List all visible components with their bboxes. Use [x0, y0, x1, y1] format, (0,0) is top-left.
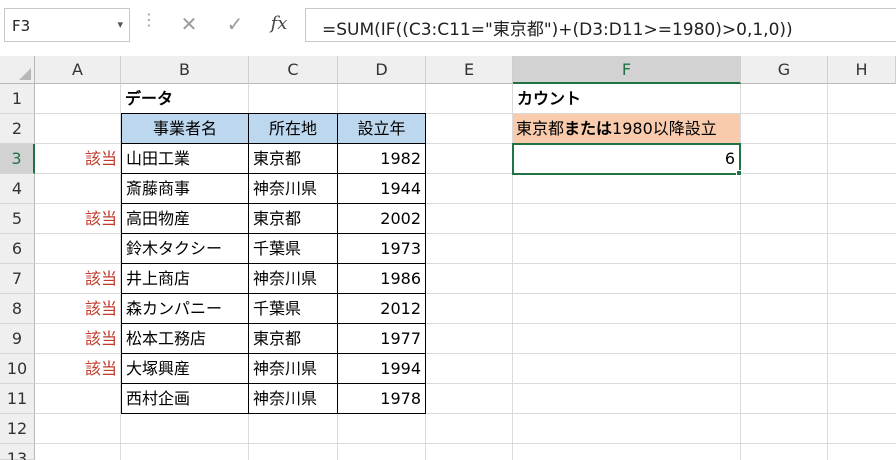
row-header-13[interactable]: 13	[0, 444, 35, 460]
row-header-2[interactable]: 2	[0, 114, 35, 144]
grip-dots-icon: ⋮	[141, 10, 157, 29]
cell-a11[interactable]	[35, 384, 121, 414]
formula-input[interactable]: =SUM(IF((C3:C11="東京都")+(D3:D11>=1980)>0,…	[305, 8, 896, 42]
cell-c8[interactable]: 千葉県	[248, 293, 338, 324]
column-header-f[interactable]: F	[513, 56, 741, 84]
cell-d7[interactable]: 1986	[337, 263, 426, 294]
select-all-corner[interactable]	[0, 56, 35, 84]
active-cell-border	[512, 143, 741, 175]
insert-function-icon[interactable]: fx	[265, 10, 293, 38]
table-header-name[interactable]: 事業者名	[121, 113, 249, 144]
cell-c5[interactable]: 東京都	[248, 203, 338, 234]
cell-a9[interactable]: 該当	[35, 324, 121, 354]
table-header-year[interactable]: 設立年	[337, 113, 426, 144]
cell-b8[interactable]: 森カンパニー	[121, 293, 249, 324]
criteria-tokyo: 東京都	[516, 119, 565, 138]
select-all-triangle-icon[interactable]	[19, 68, 31, 80]
cell-a7[interactable]: 該当	[35, 264, 121, 294]
name-box[interactable]: F3 ▾	[4, 8, 130, 42]
cell-b11[interactable]: 西村企画	[121, 383, 249, 414]
column-header-a[interactable]: A	[35, 56, 121, 84]
cell-c11[interactable]: 神奈川県	[248, 383, 338, 414]
cell-a8[interactable]: 該当	[35, 294, 121, 324]
spreadsheet-grid: A B C D E F G H 1 2 3 4 5 6 7 8 9 10 11 …	[0, 56, 896, 460]
criteria-or: または	[564, 119, 613, 138]
cell-a5[interactable]: 該当	[35, 204, 121, 234]
column-header-g[interactable]: G	[741, 56, 828, 84]
enter-icon[interactable]: ✓	[221, 10, 249, 38]
row-header-4[interactable]: 4	[0, 174, 35, 204]
cell-a6[interactable]	[35, 234, 121, 264]
row-header-3[interactable]: 3	[0, 144, 35, 174]
cell-d8[interactable]: 2012	[337, 293, 426, 324]
row-header-9[interactable]: 9	[0, 324, 35, 354]
row-header-11[interactable]: 11	[0, 384, 35, 414]
cell-d11[interactable]: 1978	[337, 383, 426, 414]
row-header-8[interactable]: 8	[0, 294, 35, 324]
cell-d4[interactable]: 1944	[337, 173, 426, 204]
column-header-b[interactable]: B	[121, 56, 249, 84]
cell-b9[interactable]: 松本工務店	[121, 323, 249, 354]
cell-a4[interactable]	[35, 174, 121, 204]
chevron-down-icon[interactable]: ▾	[117, 18, 123, 31]
row-header-12[interactable]: 12	[0, 414, 35, 444]
cell-area[interactable]: データ カウント 事業者名 所在地 設立年 東京都または1980以降設立 該当 …	[35, 84, 896, 460]
cell-b6[interactable]: 鈴木タクシー	[121, 233, 249, 264]
row-header-1[interactable]: 1	[0, 84, 35, 114]
column-header-c[interactable]: C	[249, 56, 338, 84]
cell-d5[interactable]: 2002	[337, 203, 426, 234]
formula-text[interactable]: =SUM(IF((C3:C11="東京都")+(D3:D11>=1980)>0,…	[322, 15, 793, 40]
cell-b10[interactable]: 大塚興産	[121, 353, 249, 384]
column-header-h[interactable]: H	[828, 56, 896, 84]
cell-b7[interactable]: 井上商店	[121, 263, 249, 294]
cell-a3[interactable]: 該当	[35, 144, 121, 174]
column-header-d[interactable]: D	[338, 56, 426, 84]
table-header-location[interactable]: 所在地	[248, 113, 338, 144]
cell-d9[interactable]: 1977	[337, 323, 426, 354]
cell-b4[interactable]: 斎藤商事	[121, 173, 249, 204]
cell-d10[interactable]: 1994	[337, 353, 426, 384]
name-box-value[interactable]: F3	[12, 17, 30, 35]
row-header-7[interactable]: 7	[0, 264, 35, 294]
cell-c9[interactable]: 東京都	[248, 323, 338, 354]
row-header-10[interactable]: 10	[0, 354, 35, 384]
fill-handle[interactable]	[736, 170, 742, 176]
cell-c7[interactable]: 神奈川県	[248, 263, 338, 294]
column-header-e[interactable]: E	[426, 56, 513, 84]
cell-c10[interactable]: 神奈川県	[248, 353, 338, 384]
cell-b5[interactable]: 高田物産	[121, 203, 249, 234]
cell-d6[interactable]: 1973	[337, 233, 426, 264]
cancel-icon[interactable]: ✕	[175, 10, 203, 38]
criteria-year: 1980以降設立	[612, 119, 717, 138]
cell-c3[interactable]: 東京都	[248, 143, 338, 174]
cell-b1[interactable]: データ	[121, 84, 249, 114]
row-header-6[interactable]: 6	[0, 234, 35, 264]
formula-bar: F3 ▾ ⋮ ✕ ✓ fx =SUM(IF((C3:C11="東京都")+(D3…	[0, 0, 896, 56]
row-header-5[interactable]: 5	[0, 204, 35, 234]
cell-b3[interactable]: 山田工業	[121, 143, 249, 174]
cell-a10[interactable]: 該当	[35, 354, 121, 384]
cell-f1[interactable]: カウント	[513, 84, 741, 114]
cell-d3[interactable]: 1982	[337, 143, 426, 174]
cell-c6[interactable]: 千葉県	[248, 233, 338, 264]
cell-c4[interactable]: 神奈川県	[248, 173, 338, 204]
cell-f2[interactable]: 東京都または1980以降設立	[513, 114, 740, 143]
